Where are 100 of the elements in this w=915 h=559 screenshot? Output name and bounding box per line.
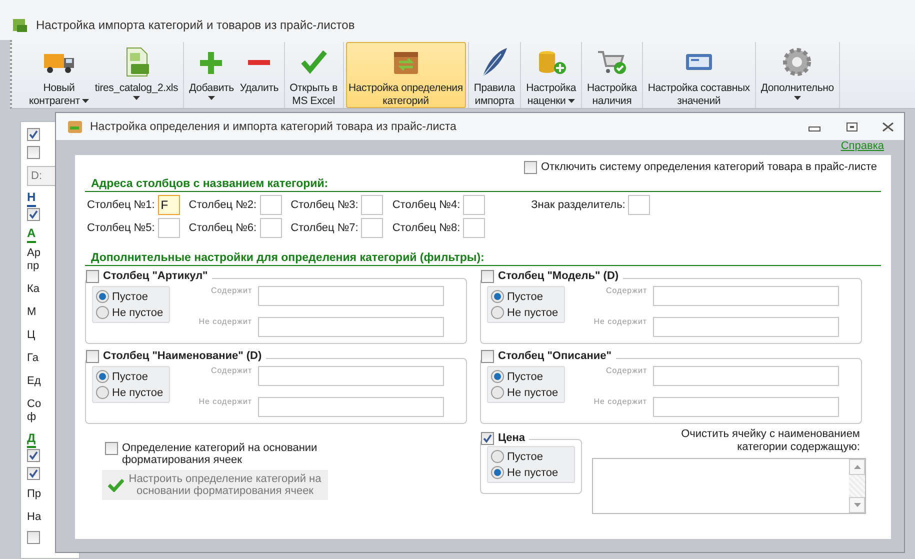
radio-option[interactable]: Пустое	[491, 290, 558, 303]
column-input[interactable]	[260, 195, 282, 215]
toolbar-button[interactable]: Открыть в MS Excel	[286, 42, 341, 108]
radio-option[interactable]: Не пустое	[96, 306, 164, 319]
toolbar-button[interactable]: Настройка наценки	[523, 42, 579, 108]
checkbox[interactable]	[481, 432, 494, 445]
filter-checkbox[interactable]: Столбец "Артикул"	[86, 270, 208, 283]
checkbox[interactable]	[86, 270, 99, 283]
toolbar-button[interactable]: Удалить	[236, 42, 282, 108]
toolbar-button[interactable]: Настройка определения категорий	[346, 42, 466, 108]
radio-button[interactable]	[96, 370, 109, 383]
column-label: Столбец №2:	[188, 199, 257, 211]
radio-button[interactable]	[491, 466, 504, 479]
maximize-icon[interactable]	[846, 122, 858, 132]
radio-button[interactable]	[491, 450, 504, 463]
toolbar-button[interactable]: Добавить	[186, 42, 237, 108]
section-heading: Дополнительные настройки для определения категорий (фильтры):	[85, 252, 881, 266]
setting-label: Ар пр	[27, 246, 42, 274]
checkbox[interactable]	[481, 350, 494, 363]
checkbox[interactable]	[105, 442, 118, 455]
field-label: Не содержит	[592, 317, 648, 326]
checkbox[interactable]	[27, 449, 40, 462]
filter-input[interactable]	[653, 317, 840, 337]
radio-button[interactable]	[491, 386, 504, 399]
setting-label: Ка	[27, 282, 41, 297]
radio-button[interactable]	[491, 370, 504, 383]
field-label: Не содержит	[592, 397, 648, 406]
column-label: Столбец №5:	[87, 222, 155, 234]
filter-input[interactable]	[258, 397, 444, 417]
radio-option[interactable]: Не пустое	[96, 386, 164, 399]
checkbox[interactable]	[27, 146, 40, 159]
setting-label: Со ф	[27, 397, 42, 425]
column-input[interactable]	[158, 218, 180, 238]
column-input[interactable]	[361, 218, 384, 238]
radio-button[interactable]	[96, 290, 109, 303]
checkbox[interactable]	[27, 208, 40, 221]
separator-input[interactable]	[628, 195, 650, 215]
checkbox[interactable]	[481, 270, 494, 283]
column-label: Столбец №3:	[290, 199, 358, 211]
radio-option[interactable]: Пустое	[491, 370, 558, 383]
radio-option[interactable]: Пустое	[491, 450, 568, 463]
filter-input[interactable]	[258, 286, 444, 306]
toolbar-button[interactable]: Настройка наличия	[584, 42, 640, 108]
price-checkbox[interactable]: Цена	[481, 432, 526, 445]
toolbar-button[interactable]: Новый контрагент	[26, 42, 92, 108]
field-label: Содержит	[210, 366, 252, 375]
filter-input[interactable]	[258, 366, 444, 386]
radio-button[interactable]	[96, 306, 109, 319]
disable-checkbox[interactable]: Отключить систему определения категорий товара в прайс-листе	[524, 161, 877, 174]
app-icon	[12, 17, 28, 33]
column-input[interactable]	[463, 218, 486, 238]
toolbar-button[interactable]: tires_catalog_2.xls	[92, 42, 182, 108]
checkbox[interactable]	[524, 161, 537, 174]
toolbar-button[interactable]: Дополнительно	[758, 42, 837, 108]
clear-text-area[interactable]	[592, 458, 866, 514]
toolbar-button[interactable]: Настройка составных значений	[644, 42, 753, 108]
filter-input[interactable]	[653, 397, 840, 417]
radio-option[interactable]: Не пустое	[491, 466, 568, 479]
setting-label: М	[27, 305, 38, 320]
column-input[interactable]	[361, 195, 384, 215]
filter-checkbox[interactable]: Столбец "Описание"	[481, 350, 612, 363]
radio-option[interactable]: Пустое	[96, 370, 164, 383]
scroll-down-icon[interactable]	[849, 497, 865, 513]
section-heading: Адреса столбцов с названием категорий:	[85, 178, 881, 192]
radio-button[interactable]	[491, 290, 504, 303]
filter-checkbox[interactable]: Столбец "Наименование" (D)	[86, 350, 262, 363]
close-icon[interactable]	[882, 122, 894, 132]
radio-button[interactable]	[96, 386, 109, 399]
filter-checkbox[interactable]: Столбец "Модель" (D)	[481, 270, 619, 283]
checkbox[interactable]	[27, 128, 40, 141]
column-input[interactable]	[463, 195, 486, 215]
column-input[interactable]	[260, 218, 282, 238]
filter-input[interactable]	[653, 286, 840, 306]
column-input[interactable]: F	[158, 195, 180, 215]
checkmark-icon	[108, 478, 124, 492]
column-label: Столбец №7:	[290, 222, 358, 234]
checkbox[interactable]	[27, 467, 40, 480]
setting-label: На	[27, 510, 42, 525]
setting-label: Ед	[27, 374, 42, 389]
column-label: Столбец №6:	[188, 222, 257, 234]
column-label: Столбец №1:	[87, 199, 155, 211]
minus-icon	[248, 60, 270, 64]
field-label: Содержит	[210, 286, 252, 295]
checkbox[interactable]	[86, 350, 99, 363]
field-label: Содержит	[605, 366, 648, 375]
filter-input[interactable]	[653, 366, 840, 386]
checkbox[interactable]	[27, 531, 40, 544]
toolbar-button[interactable]: Правила импорта	[470, 42, 518, 108]
radio-option[interactable]: Не пустое	[491, 386, 558, 399]
format-checkbox[interactable]: Определение категорий на основании форматирования ячеек	[105, 442, 468, 466]
separator-label: Знак разделитель:	[531, 199, 626, 211]
column-label: Столбец №4:	[392, 199, 460, 211]
setting-label: Пр	[27, 487, 42, 502]
setting-label: Ц	[27, 328, 36, 343]
section-heading: А	[27, 226, 36, 243]
radio-button[interactable]	[491, 306, 504, 319]
radio-option[interactable]: Не пустое	[491, 306, 558, 319]
radio-option[interactable]: Пустое	[96, 290, 164, 303]
scroll-up-icon[interactable]	[849, 459, 865, 475]
filter-input[interactable]	[258, 317, 444, 337]
